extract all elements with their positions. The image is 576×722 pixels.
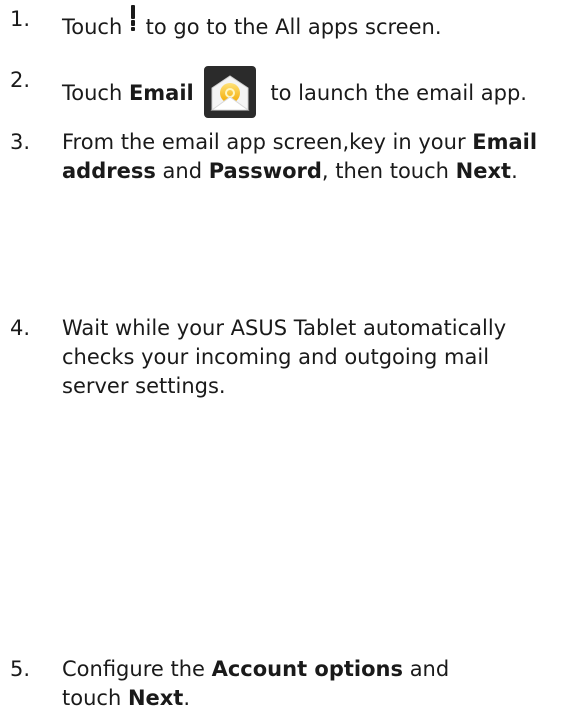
step-text: Configure the Account options and touch … bbox=[62, 657, 450, 710]
step-text: Touch to go to the All apps screen. bbox=[62, 5, 576, 42]
step-number: 2. bbox=[10, 68, 31, 92]
step-number: 4. bbox=[10, 316, 31, 340]
step-text: From the email app screen,key in your Em… bbox=[62, 130, 538, 183]
email-app-icon bbox=[203, 66, 256, 118]
step-text: Touch Email to launch the email app. bbox=[62, 66, 576, 118]
step-number: 1. bbox=[10, 7, 31, 31]
step-number: 3. bbox=[10, 130, 31, 154]
step-number: 5. bbox=[10, 657, 31, 681]
step-text: Wait while your ASUS Tablet automaticall… bbox=[62, 316, 507, 398]
all-apps-grid-icon bbox=[130, 5, 137, 31]
